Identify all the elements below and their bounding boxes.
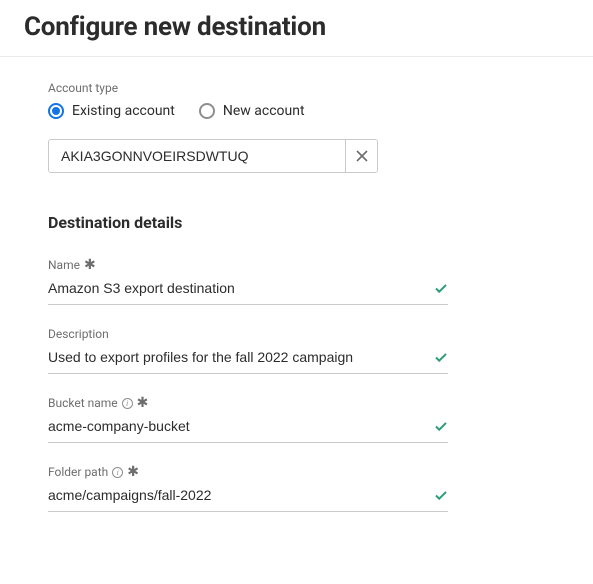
- field-label: Name ✱: [48, 258, 545, 272]
- required-icon: ✱: [84, 258, 96, 272]
- label-text: Bucket name: [48, 396, 118, 410]
- clear-account-button[interactable]: [345, 140, 377, 172]
- info-icon[interactable]: i: [112, 467, 123, 478]
- valid-icon: [434, 419, 448, 433]
- info-icon[interactable]: i: [122, 398, 133, 409]
- destination-details-heading: Destination details: [48, 213, 545, 232]
- field-bucket-name: Bucket name i ✱: [48, 396, 545, 443]
- label-text: Folder path: [48, 465, 108, 479]
- radio-label: New account: [223, 103, 305, 119]
- page-title: Configure new destination: [24, 12, 569, 42]
- radio-new-account[interactable]: New account: [199, 103, 305, 119]
- field-folder-path: Folder path i ✱: [48, 465, 545, 512]
- radio-label: Existing account: [72, 103, 175, 119]
- label-text: Description: [48, 327, 109, 341]
- field-label: Folder path i ✱: [48, 465, 545, 479]
- required-icon: ✱: [137, 396, 149, 410]
- valid-icon: [434, 488, 448, 502]
- valid-icon: [434, 281, 448, 295]
- close-icon: [356, 150, 368, 162]
- description-input[interactable]: [48, 349, 434, 365]
- field-label: Bucket name i ✱: [48, 396, 545, 410]
- field-label: Description: [48, 327, 545, 341]
- radio-dot-icon: [48, 103, 64, 119]
- account-input[interactable]: [49, 140, 345, 172]
- name-input[interactable]: [48, 280, 434, 296]
- radio-existing-account[interactable]: Existing account: [48, 103, 175, 119]
- radio-dot-icon: [199, 103, 215, 119]
- bucket-name-input[interactable]: [48, 418, 434, 434]
- divider: [0, 56, 593, 57]
- field-description: Description: [48, 327, 545, 374]
- label-text: Name: [48, 258, 80, 272]
- account-type-label: Account type: [48, 81, 545, 95]
- account-selector: [48, 139, 378, 173]
- valid-icon: [434, 350, 448, 364]
- folder-path-input[interactable]: [48, 487, 434, 503]
- field-name: Name ✱: [48, 258, 545, 305]
- account-type-radiogroup: Existing account New account: [48, 103, 545, 119]
- required-icon: ✱: [127, 465, 139, 479]
